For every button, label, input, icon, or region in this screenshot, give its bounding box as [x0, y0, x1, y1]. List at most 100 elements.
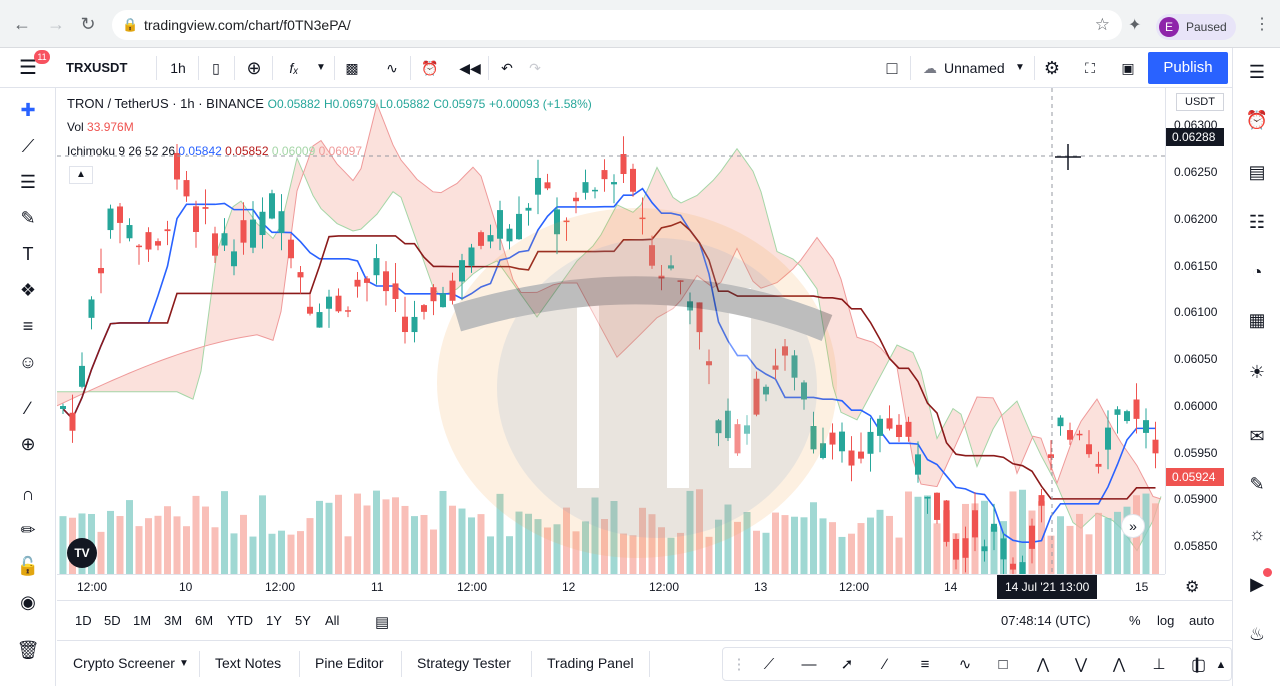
layout-select-icon[interactable]: □: [880, 56, 904, 80]
tab-crypto-screener[interactable]: Crypto Screener: [73, 655, 175, 671]
goto-date-icon[interactable]: ▤: [375, 613, 389, 631]
fav-abcd-icon[interactable]: ⋁: [1069, 654, 1093, 676]
lock-drawings-icon[interactable]: ✏: [14, 516, 42, 544]
indicators-chevron-icon[interactable]: ▼: [312, 56, 330, 80]
unlock-icon[interactable]: 🔓: [14, 552, 42, 580]
ichimoku-legend[interactable]: Ichimoku 9 26 52 26 0.05842 0.05852 0.06…: [67, 144, 362, 158]
watchlist-icon[interactable]: ☰: [1243, 58, 1271, 86]
text-tool-icon[interactable]: T: [14, 240, 42, 268]
tab-pine-editor[interactable]: Pine Editor: [315, 655, 383, 671]
financials-icon[interactable]: ▩: [340, 56, 364, 80]
fullscreen-icon[interactable]: ⛶: [1078, 56, 1102, 80]
range-button-all[interactable]: All: [325, 613, 339, 628]
templates-icon[interactable]: ∿: [380, 56, 404, 80]
hotlist-icon[interactable]: ☷: [1243, 208, 1271, 236]
notifications-bell-icon[interactable]: ♨: [1243, 620, 1271, 648]
back-icon[interactable]: ←: [10, 12, 34, 36]
address-bar[interactable]: 🔒 tradingview.com/chart/f0TN3ePA/ ☆: [112, 10, 1122, 40]
range-button-5d[interactable]: 5D: [104, 613, 121, 628]
alerts-clock-icon[interactable]: ⏰: [1243, 106, 1271, 134]
fav-xabcd-icon[interactable]: ⋀: [1107, 654, 1131, 676]
drag-handle-icon[interactable]: ⋮: [727, 654, 751, 676]
fib-tool-icon[interactable]: ☰: [14, 168, 42, 196]
tab-screener-chevron-icon[interactable]: ▼: [179, 658, 189, 669]
main-legend[interactable]: TRON / TetherUS · 1h · BINANCE O0.05882 …: [67, 96, 592, 111]
hints-icon[interactable]: ☼: [1243, 520, 1271, 548]
time-scale[interactable]: 12:00 10 12:00 11 12:00 12 12:00 13 12:00 14 15 14…: [57, 574, 1165, 600]
tab-strategy-tester[interactable]: Strategy Tester: [417, 655, 511, 671]
maximize-panel-icon[interactable]: ▢: [1191, 655, 1206, 675]
range-button-3m[interactable]: 3M: [164, 613, 182, 628]
news-icon[interactable]: ▤: [1243, 158, 1271, 186]
snapshot-camera-icon[interactable]: ▣: [1116, 56, 1140, 80]
ruler-icon[interactable]: ∕: [14, 394, 42, 422]
symbol-search-button[interactable]: TRXUSDT: [60, 56, 140, 80]
emoji-icon[interactable]: ☺: [14, 348, 42, 376]
range-button-ytd[interactable]: YTD: [227, 613, 253, 628]
reload-icon[interactable]: ↻: [76, 12, 100, 36]
tab-trading-panel[interactable]: Trading Panel: [547, 655, 634, 671]
messages-icon[interactable]: ✎: [1243, 470, 1271, 498]
volume-legend[interactable]: Vol 33.976M: [67, 120, 134, 134]
fav-rectangle-icon[interactable]: □: [991, 654, 1015, 676]
alert-icon[interactable]: ⏰: [418, 56, 442, 80]
fav-trend-line-icon[interactable]: ⟋: [757, 654, 781, 676]
fav-ray-icon[interactable]: ➚: [835, 654, 859, 676]
replay-icon[interactable]: ◀◀: [458, 56, 482, 80]
chart-pane[interactable]: TRON / TetherUS · 1h · BINANCE O0.05882 …: [57, 88, 1165, 574]
settings-gear-icon[interactable]: ⚙: [1040, 56, 1064, 80]
fav-horizontal-ray-icon[interactable]: —: [797, 654, 821, 676]
layout-chevron-icon[interactable]: ▼: [1012, 56, 1028, 80]
fav-path-icon[interactable]: ∿: [953, 654, 977, 676]
trend-line-icon[interactable]: ⟋: [14, 132, 42, 160]
chart-canvas[interactable]: [57, 88, 1165, 574]
range-button-6m[interactable]: 6M: [195, 613, 213, 628]
profile-button[interactable]: E Paused: [1156, 14, 1236, 40]
tab-text-notes[interactable]: Text Notes: [215, 655, 281, 671]
fav-parallel-channel-icon[interactable]: ∕: [873, 654, 897, 676]
fav-price-range-icon[interactable]: ⊥: [1147, 654, 1171, 676]
calendar-icon[interactable]: ▦: [1243, 306, 1271, 334]
prediction-tool-icon[interactable]: ≡: [14, 312, 42, 340]
range-button-1d[interactable]: 1D: [75, 613, 92, 628]
publish-button[interactable]: Publish: [1148, 52, 1228, 84]
collapse-panel-chevron-icon[interactable]: ▲: [1209, 654, 1233, 676]
layout-name[interactable]: Unnamed: [944, 56, 1008, 80]
compare-add-icon[interactable]: ⊕: [242, 56, 266, 80]
range-button-1y[interactable]: 1Y: [266, 613, 282, 628]
chats-icon[interactable]: ✉: [1243, 422, 1271, 450]
log-scale-toggle[interactable]: log: [1157, 613, 1174, 628]
trash-icon[interactable]: 🗑: [14, 636, 42, 664]
currency-label[interactable]: USDT: [1176, 93, 1224, 111]
forward-icon[interactable]: →: [44, 12, 68, 36]
pattern-tool-icon[interactable]: ❖: [14, 276, 42, 304]
fav-elliott-icon[interactable]: ⋀: [1031, 654, 1055, 676]
indicators-icon[interactable]: fₓ: [282, 56, 306, 80]
browser-menu-icon[interactable]: ⋮: [1254, 14, 1270, 34]
scale-settings-gear-icon[interactable]: ⚙: [1185, 577, 1199, 597]
crosshair-icon[interactable]: ✚: [14, 96, 42, 124]
range-button-5y[interactable]: 5Y: [295, 613, 311, 628]
bookmark-star-icon[interactable]: ☆: [1095, 15, 1110, 35]
utc-clock[interactable]: 07:48:14 (UTC): [1001, 613, 1091, 628]
eye-visibility-icon[interactable]: ◉: [14, 588, 42, 616]
interval-button[interactable]: 1h: [164, 56, 192, 80]
fav-fib-icon[interactable]: ≡: [913, 654, 937, 676]
brush-icon[interactable]: ✎: [14, 204, 42, 232]
undo-icon[interactable]: ↶: [496, 56, 518, 80]
candle: [535, 159, 541, 215]
zoom-in-icon[interactable]: ⊕: [14, 430, 42, 458]
extensions-icon[interactable]: ✦: [1128, 15, 1141, 35]
magnet-icon[interactable]: ∩: [14, 480, 42, 508]
percent-scale-toggle[interactable]: %: [1129, 613, 1141, 628]
data-window-icon[interactable]: ◔: [1243, 258, 1271, 286]
ideas-bulb-icon[interactable]: ☀: [1243, 358, 1271, 386]
candles-type-icon[interactable]: ▯: [204, 56, 228, 80]
redo-icon[interactable]: ↷: [524, 56, 546, 80]
price-scale[interactable]: USDT 0.06300 0.06250 0.06200 0.06150 0.06100…: [1165, 88, 1232, 574]
auto-scale-toggle[interactable]: auto: [1189, 613, 1214, 628]
price-tick: 0.06100: [1174, 305, 1218, 320]
range-button-1m[interactable]: 1M: [133, 613, 151, 628]
scroll-to-realtime-icon[interactable]: »: [1121, 514, 1145, 538]
collapse-legend-chevron-icon[interactable]: ▲: [69, 166, 93, 184]
